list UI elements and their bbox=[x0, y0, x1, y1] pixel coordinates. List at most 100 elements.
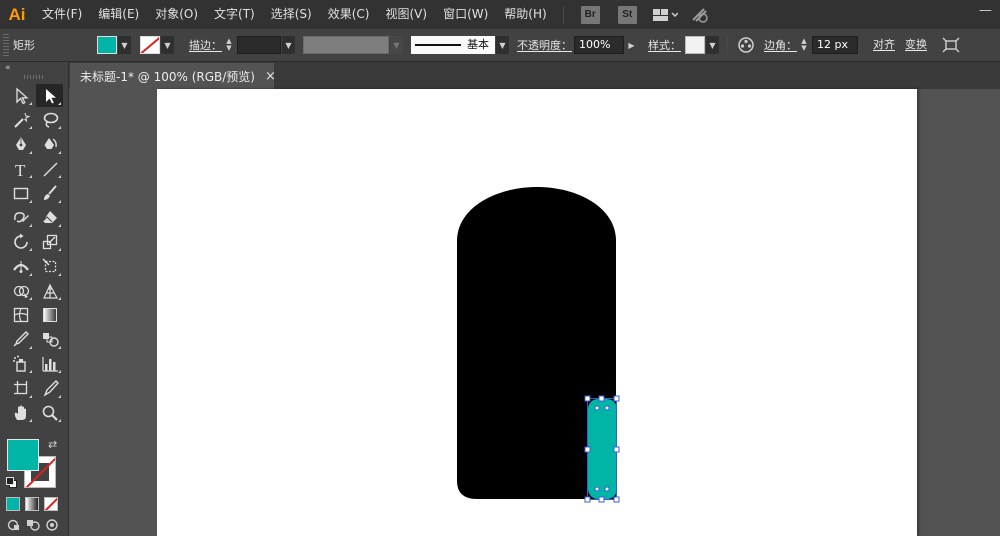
stroke-weight-dropdown[interactable]: ▼ bbox=[282, 36, 295, 54]
rectangle-tool[interactable] bbox=[7, 182, 34, 205]
graphic-style-dropdown[interactable]: ▼ bbox=[706, 36, 719, 54]
shaper-tool[interactable] bbox=[7, 206, 34, 229]
blend-tool[interactable] bbox=[36, 328, 63, 351]
corner-radius-label[interactable]: 边角： bbox=[764, 37, 797, 53]
brush-definition-dropdown[interactable]: ▼ bbox=[496, 36, 509, 54]
stroke-weight-label[interactable]: 描边： bbox=[189, 37, 222, 53]
menu-item-help[interactable]: 帮助(H) bbox=[496, 0, 554, 29]
none-mode-button[interactable] bbox=[44, 497, 58, 511]
default-fill-stroke-icon[interactable] bbox=[6, 477, 17, 488]
opacity-arrow[interactable]: ▶ bbox=[625, 36, 638, 54]
align-button[interactable]: 对齐 bbox=[868, 34, 900, 56]
teal-rounded-rectangle[interactable] bbox=[588, 399, 617, 499]
eraser-tool[interactable] bbox=[36, 206, 63, 229]
tool-group-indicator bbox=[29, 345, 32, 349]
draw-inside-button[interactable] bbox=[44, 518, 60, 532]
menu-item-object[interactable]: 对象(O) bbox=[147, 0, 206, 29]
lasso-tool[interactable] bbox=[36, 108, 63, 131]
selection-handle[interactable] bbox=[613, 395, 620, 402]
artboard-tool[interactable] bbox=[7, 377, 34, 400]
corner-radius-input[interactable]: 12 px bbox=[812, 36, 858, 54]
mesh-tool[interactable] bbox=[7, 304, 34, 327]
fill-color-swatch[interactable] bbox=[97, 36, 117, 54]
artboard-icon bbox=[13, 381, 27, 395]
gradient-tool[interactable] bbox=[36, 304, 63, 327]
brush-definition-field[interactable]: 基本 bbox=[411, 36, 495, 54]
corner-widget[interactable] bbox=[604, 486, 610, 492]
selection-handle[interactable] bbox=[584, 496, 591, 503]
document-tab[interactable]: 未标题-1* @ 100% (RGB/预览) × bbox=[70, 63, 276, 89]
tool-group-indicator bbox=[29, 419, 32, 423]
fill-dropdown-button[interactable]: ▼ bbox=[118, 36, 131, 54]
stroke-color-swatch[interactable] bbox=[140, 36, 160, 54]
corner-widget[interactable] bbox=[594, 405, 600, 411]
swap-fill-stroke-icon[interactable]: ⇄ bbox=[48, 438, 57, 451]
selection-handle[interactable] bbox=[598, 496, 605, 503]
pen-tool[interactable] bbox=[7, 133, 34, 156]
perspective-grid-tool[interactable] bbox=[36, 279, 63, 302]
selection-handle[interactable] bbox=[613, 446, 620, 453]
tools-panel-grip[interactable] bbox=[24, 75, 44, 79]
draw-behind-button[interactable] bbox=[25, 518, 41, 532]
width-tool[interactable] bbox=[7, 255, 34, 278]
style-label[interactable]: 样式： bbox=[648, 37, 681, 53]
blend-icon bbox=[42, 333, 59, 348]
selection-tool[interactable] bbox=[7, 84, 34, 107]
transform-button[interactable]: 变换 bbox=[900, 34, 932, 56]
menu-item-file[interactable]: 文件(F) bbox=[34, 0, 90, 29]
scale-tool[interactable] bbox=[36, 230, 63, 253]
opacity-input[interactable]: 100% bbox=[574, 36, 624, 54]
corner-radius-spinner[interactable]: ▲ ▼ bbox=[797, 36, 811, 54]
menu-item-edit[interactable]: 编辑(E) bbox=[90, 0, 147, 29]
isolate-selected-button[interactable] bbox=[942, 37, 960, 53]
menu-item-effect[interactable]: 效果(C) bbox=[320, 0, 378, 29]
menu-item-view[interactable]: 视图(V) bbox=[377, 0, 435, 29]
corner-widget[interactable] bbox=[594, 486, 600, 492]
menu-item-window[interactable]: 窗口(W) bbox=[435, 0, 496, 29]
shape-builder-tool[interactable] bbox=[7, 279, 34, 302]
slice-tool[interactable] bbox=[36, 377, 63, 400]
bridge-button[interactable]: Br bbox=[580, 5, 600, 24]
draw-normal-button[interactable] bbox=[6, 518, 22, 532]
line-segment-tool[interactable] bbox=[36, 157, 63, 180]
workspace-layout-button[interactable] bbox=[652, 8, 678, 22]
selection-handle[interactable] bbox=[584, 446, 591, 453]
color-mode-button[interactable] bbox=[6, 497, 20, 511]
tool-grid: T bbox=[0, 84, 68, 425]
curvature-tool[interactable] bbox=[36, 133, 63, 156]
gpu-performance-button[interactable] bbox=[690, 6, 710, 24]
rotate-tool[interactable] bbox=[7, 230, 34, 253]
opacity-label[interactable]: 不透明度： bbox=[517, 37, 572, 53]
draw-inside-icon bbox=[46, 519, 58, 531]
close-tab-icon[interactable]: × bbox=[265, 70, 276, 83]
paintbrush-tool[interactable] bbox=[36, 182, 63, 205]
canvas-area[interactable] bbox=[69, 89, 1000, 536]
column-graph-tool[interactable] bbox=[36, 352, 63, 375]
stroke-dropdown-button[interactable]: ▼ bbox=[161, 36, 174, 54]
magic-wand-tool[interactable] bbox=[7, 108, 34, 131]
stroke-weight-input[interactable] bbox=[237, 36, 281, 54]
corner-widget[interactable] bbox=[604, 405, 610, 411]
free-transform-tool[interactable] bbox=[36, 255, 63, 278]
artboard[interactable] bbox=[157, 89, 917, 536]
gradient-mode-button[interactable] bbox=[25, 497, 39, 511]
selection-handle[interactable] bbox=[613, 496, 620, 503]
graphic-style-swatch[interactable] bbox=[685, 36, 705, 54]
fill-color-box[interactable] bbox=[7, 439, 39, 471]
direct-selection-tool[interactable] bbox=[36, 84, 63, 107]
menu-item-select[interactable]: 选择(S) bbox=[263, 0, 320, 29]
stock-button[interactable]: St bbox=[617, 5, 637, 24]
symbol-sprayer-tool[interactable] bbox=[7, 352, 34, 375]
control-bar-grip[interactable] bbox=[3, 34, 9, 56]
type-tool[interactable]: T bbox=[7, 157, 34, 180]
eyedropper-tool[interactable] bbox=[7, 328, 34, 351]
selection-handle[interactable] bbox=[584, 395, 591, 402]
window-minimize-button[interactable]: — bbox=[979, 3, 992, 18]
stroke-weight-spinner[interactable]: ▲ ▼ bbox=[222, 36, 236, 54]
recolor-artwork-button[interactable] bbox=[738, 37, 754, 53]
menu-item-type[interactable]: 文字(T) bbox=[206, 0, 263, 29]
zoom-tool[interactable] bbox=[36, 401, 63, 424]
selection-handle[interactable] bbox=[598, 395, 605, 402]
collapse-panel-icon[interactable]: « bbox=[0, 62, 11, 73]
hand-tool[interactable] bbox=[7, 401, 34, 424]
